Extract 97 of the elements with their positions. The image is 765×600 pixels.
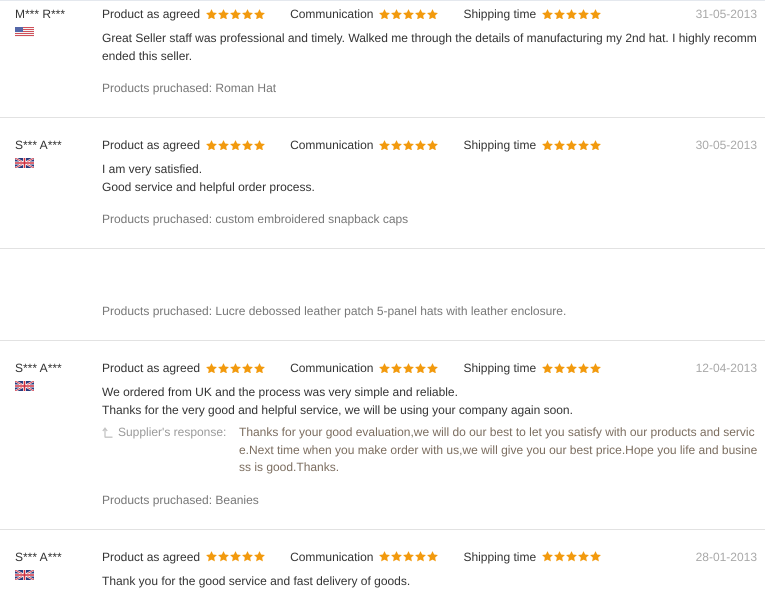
uk-flag-icon [15,158,34,168]
star-icon [554,362,566,374]
star-icon [554,8,566,20]
star-icon [578,551,590,562]
star-icon [230,140,242,150]
star-icon [415,140,426,150]
reviewer-name: M*** R*** [15,6,66,23]
reviewer-name: S*** A*** [15,548,62,566]
star-icon [206,362,218,374]
star-icon [218,362,230,374]
star-icon [566,8,578,20]
reviewer-name: S*** A*** [15,360,62,377]
star-icon [379,551,390,562]
response-text: Thanks for your good evaluation,we will do our best to let you satisfy with our products and service.Next time when you make order with us,we will give you our best price.Hope you life and business is good.Thanks. [239,424,758,476]
star-icon [542,362,554,374]
purchased-products: Products pruchased: Beanies [102,492,260,508]
star-icon [218,8,230,20]
us-flag-icon [15,27,34,37]
star-icon [391,140,402,150]
review-text: Thank you for the good service and fast delivery of goods. [102,572,412,590]
star-icon [566,551,578,562]
rating-label: Communication [290,360,374,377]
star-icon [242,140,254,150]
star-icon [391,362,402,374]
purchased-products: Products pruchased: Lucre debossed leather patch 5-panel hats with leather enclosure. [102,303,568,320]
rating-label: Shipping time [463,137,536,154]
star-icon [427,140,438,150]
rating-label: Product as agreed [102,6,200,23]
star-icon [242,362,254,374]
star-icon [542,551,554,562]
rating-label: Communication [290,548,374,566]
rating-label: Shipping time [463,360,536,377]
response-label: Supplier's response: [118,424,226,441]
star-icon [230,362,242,374]
star-icon [590,140,602,150]
star-icon [242,8,254,20]
rating-label: Shipping time [463,548,536,566]
star-icon [415,8,426,20]
star-icon [379,362,390,374]
star-icon [590,8,602,20]
star-icon [542,140,554,150]
star-icon [403,8,414,20]
rating-label: Communication [290,137,374,154]
purchased-products: Products pruchased: custom embroidered snapback caps [102,211,410,228]
star-icon [403,140,414,150]
star-icon [415,362,426,374]
reviewer-name: S*** A*** [15,137,62,154]
star-icon [206,551,218,562]
star-icon [427,362,438,374]
corner-arrow-icon [102,427,113,438]
star-icon [566,140,578,150]
rating-label: Shipping time [463,6,536,23]
star-icon [379,140,390,150]
review-text: I am very satisfied. [102,161,204,178]
star-icon [403,551,414,562]
uk-flag-icon [15,570,34,580]
purchased-products: Products pruchased: Roman Hat [102,80,278,97]
review-date: 28-01-2013 [696,548,757,566]
review-text: Good service and helpful order process. [102,179,316,196]
star-icon [254,140,266,150]
star-icon [542,8,554,20]
star-icon [206,8,218,20]
rating-label: Product as agreed [102,548,200,566]
star-icon [254,362,266,374]
star-icon [206,140,218,150]
star-icon [218,551,230,562]
rating-label: Product as agreed [102,360,200,377]
star-icon [230,8,242,20]
review-date: 31-05-2013 [696,6,757,23]
star-icon [590,362,602,374]
star-icon [566,362,578,374]
star-icon [578,8,590,20]
star-icon [554,551,566,562]
star-icon [218,140,230,150]
review-date: 30-05-2013 [696,137,757,154]
star-icon [578,140,590,150]
star-icon [427,8,438,20]
star-icon [403,362,414,374]
star-icon [379,8,390,20]
star-icon [554,140,566,150]
star-icon [415,551,426,562]
review-text: Great Seller staff was professional and timely. Walked me through the details of manufacturing my 2nd hat. I highly recommended this seller. [102,30,758,65]
star-icon [230,551,242,562]
star-icon [590,551,602,562]
star-icon [391,8,402,20]
review-date: 12-04-2013 [696,360,757,377]
rating-label: Communication [290,6,374,23]
review-text: We ordered from UK and the process was very simple and reliable. [102,384,459,401]
star-icon [254,8,266,20]
uk-flag-icon [15,381,34,391]
star-icon [391,551,402,562]
star-icon [578,362,590,374]
star-icon [427,551,438,562]
rating-label: Product as agreed [102,137,200,154]
review-text: Thanks for the very good and helpful service, we will be using your company again soon. [102,402,574,419]
star-icon [242,551,254,562]
star-icon [254,551,266,562]
